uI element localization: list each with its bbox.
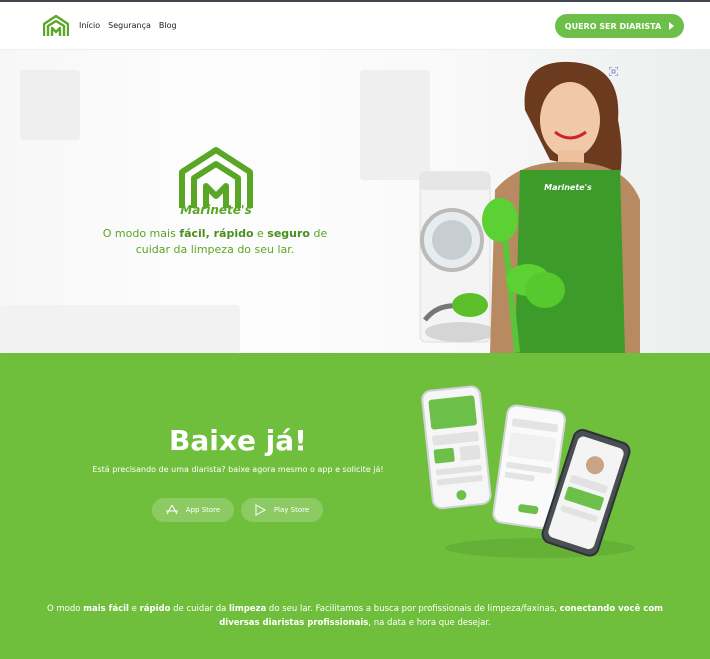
nav-item-seguranca[interactable]: Segurança [108, 21, 151, 30]
house-logo-icon[interactable] [43, 15, 69, 37]
description-text: e [128, 604, 140, 614]
cta-label: QUERO SER DIARISTA [564, 21, 662, 31]
expand-icon[interactable] [609, 67, 618, 76]
tagline-bold: fácil, rápido [179, 227, 254, 240]
tagline-bold: seguro [267, 227, 310, 240]
description-bold: limpeza [229, 604, 267, 614]
tagline-text: e [253, 227, 268, 240]
download-title: Baixe já! [169, 424, 307, 457]
description-text: de cuidar da [170, 604, 230, 614]
play-store-button[interactable]: Play Store [241, 498, 323, 522]
download-subtitle: Está precisando de uma diarista? baixe a… [92, 465, 384, 474]
hero-section: Marinete's O modo mais fácil, rápido e s… [0, 50, 710, 353]
phones-illustration [421, 385, 635, 558]
play-store-label: Play Store [273, 506, 310, 514]
description-bold: mais fácil [83, 604, 129, 614]
background-cabinet [20, 70, 80, 140]
play-store-icon [255, 504, 266, 516]
brand-name: Marinete's [180, 203, 252, 217]
nav-item-blog[interactable]: Blog [159, 21, 177, 30]
main-nav: Início Segurança Blog [79, 21, 177, 30]
description-bold: rápido [139, 604, 171, 614]
header: Início Segurança Blog QUERO SER DIARISTA [0, 2, 710, 50]
app-store-icon [165, 505, 178, 515]
chevron-right-icon [669, 22, 675, 30]
hero-cleaner-illustration: Marinete's [419, 61, 640, 353]
quero-ser-diarista-button[interactable]: QUERO SER DIARISTA [555, 14, 684, 38]
description-text: , na data e hora que desejar. [368, 618, 491, 628]
app-store-label: App Store [185, 506, 221, 514]
bottom-description: O modo mais fácil e rápido de cuidar da … [40, 602, 670, 630]
hero-tagline: O modo mais fácil, rápido e seguro de cu… [100, 226, 330, 258]
app-store-button[interactable]: App Store [152, 498, 234, 522]
background-counter [0, 305, 240, 353]
apron-text: Marinete's [544, 183, 592, 192]
description-text: do seu lar. Facilitamos a busca por prof… [266, 604, 560, 614]
nav-item-inicio[interactable]: Início [79, 21, 100, 30]
download-app-section: Baixe já! Está precisando de uma diarist… [0, 353, 710, 659]
tagline-text: O modo mais [102, 227, 180, 240]
description-text: O modo [46, 604, 84, 614]
